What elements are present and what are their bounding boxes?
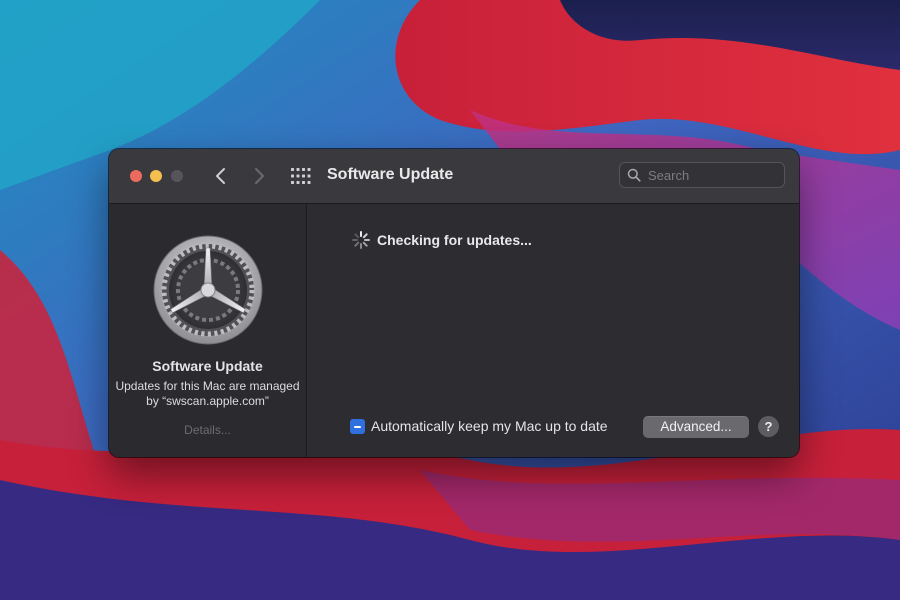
- auto-update-checkbox[interactable]: [350, 419, 365, 434]
- search-placeholder: Search: [648, 168, 690, 183]
- advanced-button[interactable]: Advanced...: [643, 416, 749, 438]
- auto-update-label[interactable]: Automatically keep my Mac up to date: [371, 418, 608, 434]
- help-button[interactable]: ?: [758, 416, 779, 437]
- title-bar: Software Update Search: [109, 149, 799, 204]
- grid-icon[interactable]: [291, 168, 311, 184]
- magnifying-glass-icon: [627, 168, 641, 182]
- system-preferences-window: Software Update Search Software Update U…: [109, 149, 799, 457]
- chevron-left-icon[interactable]: [211, 165, 231, 187]
- minimize-button[interactable]: [150, 170, 162, 182]
- main-pane: Checking for updates... Automatically ke…: [307, 204, 799, 457]
- sidebar-title: Software Update: [152, 358, 263, 374]
- zoom-button[interactable]: [171, 170, 183, 182]
- gear-icon: [153, 235, 263, 345]
- close-button[interactable]: [130, 170, 142, 182]
- sidebar: Software Update Updates for this Mac are…: [109, 204, 307, 457]
- search-field[interactable]: Search: [619, 162, 785, 188]
- mixed-state-dash: [354, 425, 361, 428]
- sidebar-description: Updates for this Mac are managed by “sws…: [115, 379, 300, 408]
- chevron-right-icon[interactable]: [249, 165, 269, 187]
- update-status: Checking for updates...: [377, 232, 532, 248]
- spinner-icon: [352, 231, 370, 249]
- window-title: Software Update: [327, 166, 454, 183]
- details-link[interactable]: Details...: [109, 423, 306, 437]
